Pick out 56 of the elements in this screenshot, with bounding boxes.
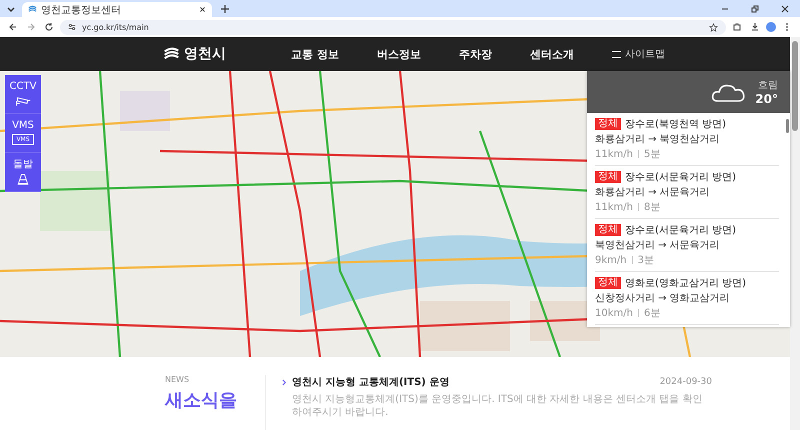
travel-time: 6분: [644, 307, 660, 320]
status-badge: 정체: [595, 224, 621, 236]
news-date: 2024-09-30: [660, 377, 712, 387]
map-layer-button[interactable]: CCTV: [5, 75, 41, 114]
back-icon[interactable]: [8, 22, 18, 32]
speed-text: 9km/h: [595, 254, 627, 266]
reload-icon[interactable]: [44, 22, 54, 32]
route-text: 북영천삼거리 → 서문육거리: [595, 239, 721, 252]
camera-icon: [15, 94, 31, 106]
travel-time: 5분: [644, 148, 660, 161]
close-icon[interactable]: [780, 4, 790, 14]
speed-text: 11km/h: [595, 148, 633, 160]
road-name[interactable]: 장수로(북영천역 방면): [625, 117, 726, 131]
profile-icon[interactable]: [766, 22, 776, 32]
nav-link[interactable]: 교통 정보: [291, 46, 339, 62]
restore-icon[interactable]: [750, 4, 760, 14]
tab-title: 영천교통정보센터: [41, 4, 121, 16]
logo-icon: [163, 47, 180, 61]
logo-text[interactable]: 영천시: [184, 45, 226, 63]
traffic-cone-icon: [15, 172, 31, 184]
road-name[interactable]: 영화로(영화교삼거리 방면): [625, 276, 746, 290]
section-label: NEWS: [165, 375, 190, 384]
nav-link[interactable]: 버스정보: [376, 46, 421, 62]
nav-link[interactable]: 센터소개: [530, 46, 574, 62]
sitemap-link[interactable]: 사이트맵: [612, 47, 665, 61]
section-heading: 새소식을: [165, 389, 238, 412]
browser-tab[interactable]: 영천교통정보센터: [22, 2, 212, 17]
road-name[interactable]: 장수로(서문육거리 방면): [625, 223, 736, 237]
route-text: 화룡삼거리 → 서문육거리: [595, 186, 711, 199]
map-layer-button[interactable]: 돌발: [5, 153, 41, 192]
close-icon[interactable]: [199, 6, 206, 13]
favicon-icon: [28, 5, 37, 14]
road-name[interactable]: 장수로(서문육거리 방면): [625, 170, 736, 184]
star-icon[interactable]: [709, 22, 718, 32]
scrollbar[interactable]: [790, 37, 800, 430]
download-icon[interactable]: [750, 22, 760, 32]
new-tab-icon[interactable]: [220, 4, 230, 14]
temperature: 20°: [755, 92, 778, 106]
status-badge: 정체: [595, 171, 621, 183]
speed-text: 11km/h: [595, 202, 633, 212]
route-text: 화룡삼거리 → 북영천삼거리: [595, 133, 721, 146]
status-badge: 정체: [595, 277, 621, 289]
site-settings-icon[interactable]: [68, 23, 76, 31]
nav-link[interactable]: 주차장: [458, 46, 492, 62]
address-field[interactable]: yc.go.kr/its/main: [60, 20, 726, 34]
url-text: yc.go.kr/its/main: [82, 22, 149, 32]
status-badge: 정체: [595, 118, 621, 130]
travel-time: 8분: [644, 201, 660, 214]
route-text: 신창정사거리 → 영화교삼거리: [595, 292, 731, 305]
news-summary: 영천시 지능형교통체계(ITS)를 운영중입니다. ITS에 대한 자세한 내용은 센터소개 탭을 확인하여주시기 바랍니다.: [291, 393, 704, 419]
travel-time: 3분: [638, 254, 654, 267]
news-title[interactable]: 영천시 지능형 교통체계(ITS) 운영: [292, 375, 450, 389]
speed-text: 10km/h: [595, 308, 633, 318]
weather-condition: 흐림: [758, 79, 778, 92]
menu-icon: [612, 50, 621, 58]
chevron-icon: [282, 378, 287, 386]
